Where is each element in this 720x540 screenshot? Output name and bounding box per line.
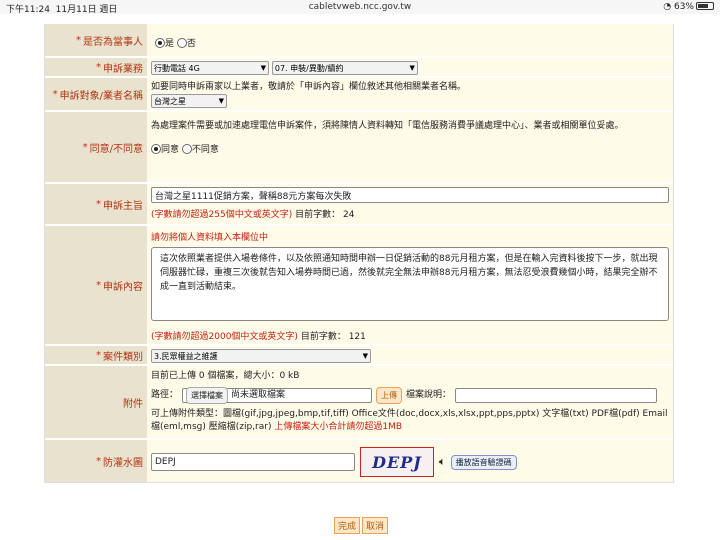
category-select[interactable]: 07. 申裝/異動/續約 ▼ bbox=[271, 61, 418, 75]
row-consent: * 同意/不同意 為處理案件需要或加速處理電信申訴案件，須將陳情人資料轉知「電信服… bbox=[45, 112, 673, 184]
row-attach: 附件 目前已上傳 0 個檔案，總大小：0 kB 路徑： 選擇檔案 尚未選取檔案 上… bbox=[45, 366, 673, 440]
subject-label: 申訴主旨 bbox=[103, 200, 143, 212]
speaker-icon[interactable]: 🔈︎ bbox=[439, 455, 446, 469]
chevron-down-icon: ▼ bbox=[260, 64, 266, 72]
subject-input[interactable]: 台灣之星1111促銷方案，聲稱88元方案每次失敗 bbox=[151, 187, 669, 203]
content-textarea[interactable]: 這次依照業者提供入場卷條件，以及依照通知時間申辦一日促銷活動的88元月租方案，但… bbox=[151, 247, 669, 321]
radio-party-no[interactable] bbox=[176, 38, 187, 48]
captcha-input[interactable]: DEPJ bbox=[151, 453, 355, 471]
ios-status-bar: 下午11:24 11月11日 週日 cabletvweb.ncc.gov.tw … bbox=[0, 0, 720, 15]
content-count: 121 bbox=[348, 332, 366, 342]
address-bar[interactable]: cabletvweb.ncc.gov.tw bbox=[0, 2, 720, 12]
operator-select[interactable]: 台灣之星 ▼ bbox=[151, 94, 227, 108]
wifi-icon: ◔ bbox=[663, 2, 672, 12]
attach-types: 可上傳附件類型：圖檔(gif,jpg,jpeg,bmp,tif,tiff) Of… bbox=[151, 409, 668, 432]
row-is-party: * 是否為當事人 是 否 bbox=[45, 24, 673, 58]
battery-icon bbox=[696, 2, 714, 10]
captcha-image: DEPJ bbox=[360, 447, 434, 477]
row-target: * 申訴對象/業者名稱 如要同時申訴兩家以上業者，敬請於「申訴內容」欄位敘述其他相… bbox=[45, 78, 673, 112]
target-label: 申訴對象/業者名稱 bbox=[59, 90, 143, 102]
attach-label: 附件 bbox=[123, 398, 143, 410]
radio-disagree[interactable] bbox=[181, 144, 192, 154]
business-label: 申訴業務 bbox=[103, 63, 143, 75]
attach-summary: 目前已上傳 0 個檔案，總大小：0 kB bbox=[151, 371, 300, 381]
row-subject: * 申訴主旨 台灣之星1111促銷方案，聲稱88元方案每次失敗 (字數請勿超過25… bbox=[45, 184, 673, 226]
case-type-select[interactable]: 3.民眾權益之維護 ▼ bbox=[151, 349, 371, 363]
captcha-label: 防灌水圖 bbox=[103, 457, 143, 469]
file-input[interactable]: 選擇檔案 尚未選取檔案 bbox=[182, 387, 373, 404]
content-warning: 請勿將個人資料填入本欄位中 bbox=[151, 233, 269, 243]
row-business: * 申訴業務 行動電話 4G ▼ 07. 申裝/異動/續約 ▼ bbox=[45, 58, 673, 78]
row-case-type: * 案件類別 3.民眾權益之維護 ▼ bbox=[45, 346, 673, 366]
content-label: 申訴內容 bbox=[103, 281, 143, 293]
row-content: * 申訴內容 請勿將個人資料填入本欄位中 這次依照業者提供入場卷條件，以及依照通知… bbox=[45, 226, 673, 346]
radio-agree[interactable] bbox=[151, 144, 161, 154]
chevron-down-icon: ▼ bbox=[218, 97, 224, 105]
row-captcha: * 防灌水圖 DEPJ DEPJ 🔈︎ 播放語音驗證碼 bbox=[45, 440, 673, 482]
subject-limit: (字數請勿超過255個中文或英文字) bbox=[151, 210, 293, 220]
chevron-down-icon: ▼ bbox=[409, 64, 415, 72]
cancel-button[interactable]: 取消 bbox=[362, 517, 389, 534]
submit-button[interactable]: 完成 bbox=[334, 517, 361, 534]
service-select[interactable]: 行動電話 4G ▼ bbox=[151, 61, 269, 75]
case-type-label: 案件類別 bbox=[103, 351, 143, 363]
is-party-label: 是否為當事人 bbox=[83, 36, 143, 48]
upload-button[interactable]: 上傳 bbox=[376, 387, 403, 404]
content-limit: (字數請勿超過2000個中文或英文字) bbox=[151, 332, 298, 342]
radio-party-yes[interactable] bbox=[155, 38, 165, 48]
subject-count: 24 bbox=[342, 210, 355, 220]
play-audio-captcha-button[interactable]: 播放語音驗證碼 bbox=[450, 454, 517, 470]
target-note: 如要同時申訴兩家以上業者，敬請於「申訴內容」欄位敘述其他相關業者名稱。 bbox=[151, 82, 467, 92]
consent-label: 同意/不同意 bbox=[89, 143, 143, 155]
battery-percent: 63% bbox=[673, 2, 694, 12]
consent-text: 為處理案件需要或加速處理電信申訴案件，須將陳情人資料轉知「電信服務消費爭議處理中… bbox=[151, 121, 624, 131]
attach-size-limit: 上傳檔案大小合計請勿超過1MB bbox=[274, 422, 403, 432]
status-indicators: ◔ 63% bbox=[663, 2, 714, 12]
complaint-form: * 是否為當事人 是 否 * 申訴業務 行動電話 4G ▼ 07. 申裝/異動/續約 ▼… bbox=[44, 24, 674, 483]
choose-file-button[interactable]: 選擇檔案 bbox=[186, 387, 229, 404]
file-description-input[interactable] bbox=[455, 388, 658, 403]
chevron-down-icon: ▼ bbox=[362, 352, 368, 360]
